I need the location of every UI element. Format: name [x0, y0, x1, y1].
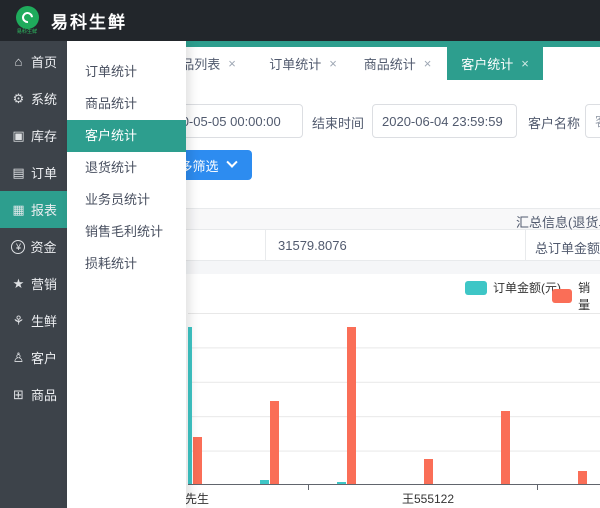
- submenu-item-return-stats[interactable]: 退货统计: [67, 152, 186, 184]
- sidebar-item-label: 客户: [31, 348, 57, 367]
- sidebar-item-home[interactable]: ⌂ 首页: [0, 43, 68, 80]
- sidebar-menu: ⌂ 首页 ⚙ 系统 ▣ 库存 ▤ 订单 ▦ 报表 ¥ 资金 ★ 营销 ⚘ 生鲜 ♙ 客户 ⊞ 商品: [0, 41, 68, 508]
- submenu-item-loss-stats[interactable]: 损耗统计: [67, 248, 186, 280]
- tab-label: 客户统计: [461, 54, 513, 73]
- tab-label: 订单统计: [269, 54, 321, 73]
- legend-item-sales-volume[interactable]: 销量: [552, 279, 600, 313]
- bar-order-amount: [337, 482, 346, 484]
- x-axis-tick: [308, 485, 309, 490]
- end-time-input[interactable]: [372, 104, 517, 138]
- submenu-item-order-stats[interactable]: 订单统计: [67, 56, 186, 88]
- sidebar-item-marketing[interactable]: ★ 营销: [0, 265, 68, 302]
- sidebar-item-label: 营销: [31, 274, 57, 293]
- x-axis-label: 王555122: [402, 490, 454, 507]
- summary-amount-value: 31579.8076: [278, 238, 347, 253]
- sidebar-item-reports[interactable]: ▦ 报表: [0, 191, 68, 228]
- legend-label-order-amount: 订单金额(元): [493, 279, 561, 296]
- close-icon[interactable]: ×: [228, 56, 236, 71]
- reports-icon: ▦: [11, 202, 26, 218]
- x-axis-tick: [537, 485, 538, 490]
- bar-sales-volume: [424, 459, 433, 484]
- sidebar-item-label: 系统: [31, 89, 57, 108]
- sidebar-item-label: 报表: [31, 200, 57, 219]
- sidebar-item-system[interactable]: ⚙ 系统: [0, 80, 68, 117]
- chevron-down-icon: [226, 157, 237, 168]
- fresh-icon: ⚘: [11, 313, 26, 329]
- close-icon[interactable]: ×: [521, 56, 529, 71]
- bar-order-amount: [260, 480, 269, 484]
- summary-total-label: 总订单金额(: [535, 238, 600, 257]
- app-title: 易科生鲜: [51, 8, 127, 33]
- customer-name-label: 客户名称: [528, 113, 580, 132]
- submenu-item-customer-stats[interactable]: 客户统计: [67, 120, 186, 152]
- sidebar-item-label: 首页: [31, 52, 57, 71]
- bar-order-amount: [188, 327, 192, 484]
- sidebar-item-funds[interactable]: ¥ 资金: [0, 228, 68, 265]
- sidebar-item-fresh[interactable]: ⚘ 生鲜: [0, 302, 68, 339]
- marketing-icon: ★: [11, 276, 26, 292]
- legend-swatch-order-amount: [465, 281, 487, 295]
- bar-sales-volume: [347, 327, 356, 484]
- system-icon: ⚙: [11, 91, 26, 107]
- legend-label-sales-volume: 销量: [578, 279, 600, 313]
- bar-sales-volume: [501, 411, 510, 484]
- reports-submenu-popup: 订单统计商品统计客户统计退货统计业务员统计销售毛利统计损耗统计: [67, 41, 186, 508]
- customers-icon: ♙: [11, 350, 26, 366]
- customer-name-input[interactable]: [585, 104, 600, 138]
- app-logo: 易科生鲜: [9, 6, 45, 36]
- tab-goods-stats[interactable]: 商品统计 ×: [363, 47, 432, 80]
- legend-swatch-sales-volume: [552, 289, 572, 303]
- bar-sales-volume: [270, 401, 279, 484]
- home-icon: ⌂: [11, 54, 26, 69]
- inventory-icon: ▣: [11, 128, 26, 144]
- tab-order-stats[interactable]: 订单统计 ×: [268, 47, 338, 80]
- x-axis-label: 先生: [185, 490, 209, 507]
- close-icon[interactable]: ×: [329, 56, 337, 71]
- cell-divider: [525, 230, 526, 261]
- page: 易科生鲜 易科生鲜 ⌂ 首页 ⚙ 系统 ▣ 库存 ▤ 订单 ▦ 报表 ¥ 资金 ★ 营销 ⚘ 生鲜 ♙ 客户 ⊞ 商品…: [0, 0, 600, 508]
- sidebar-item-label: 资金: [30, 237, 56, 256]
- legend-item-order-amount[interactable]: 订单金额(元): [465, 279, 561, 296]
- submenu-item-goods-stats[interactable]: 商品统计: [67, 88, 186, 120]
- sidebar-item-label: 生鲜: [31, 311, 57, 330]
- close-icon[interactable]: ×: [424, 56, 432, 71]
- goods-icon: ⊞: [11, 387, 26, 403]
- sidebar-item-label: 商品: [31, 385, 57, 404]
- funds-icon: ¥: [11, 240, 25, 254]
- sidebar-item-orders[interactable]: ▤ 订单: [0, 154, 68, 191]
- orders-icon: ▤: [11, 165, 26, 181]
- summary-header-text: 汇总信息(退货单: [516, 212, 600, 231]
- submenu-item-gross-profit-stats[interactable]: 销售毛利统计: [67, 216, 186, 248]
- cell-divider: [265, 230, 266, 261]
- bar-chart-plot: [188, 313, 600, 485]
- bar-sales-volume: [578, 471, 587, 484]
- sidebar-item-label: 订单: [31, 163, 57, 182]
- tab-customer-stats[interactable]: 客户统计 ×: [447, 47, 543, 80]
- sidebar-item-goods[interactable]: ⊞ 商品: [0, 376, 68, 413]
- sidebar-item-inventory[interactable]: ▣ 库存: [0, 117, 68, 154]
- logo-icon: [16, 6, 39, 29]
- sidebar-item-label: 库存: [31, 126, 57, 145]
- tab-label: 商品统计: [364, 54, 416, 73]
- sidebar-item-customers[interactable]: ♙ 客户: [0, 339, 68, 376]
- submenu-item-salesman-stats[interactable]: 业务员统计: [67, 184, 186, 216]
- app-header: 易科生鲜 易科生鲜: [0, 0, 600, 41]
- logo-subtext: 易科生鲜: [17, 29, 37, 35]
- bar-sales-volume: [193, 437, 202, 484]
- end-time-label: 结束时间: [312, 113, 364, 132]
